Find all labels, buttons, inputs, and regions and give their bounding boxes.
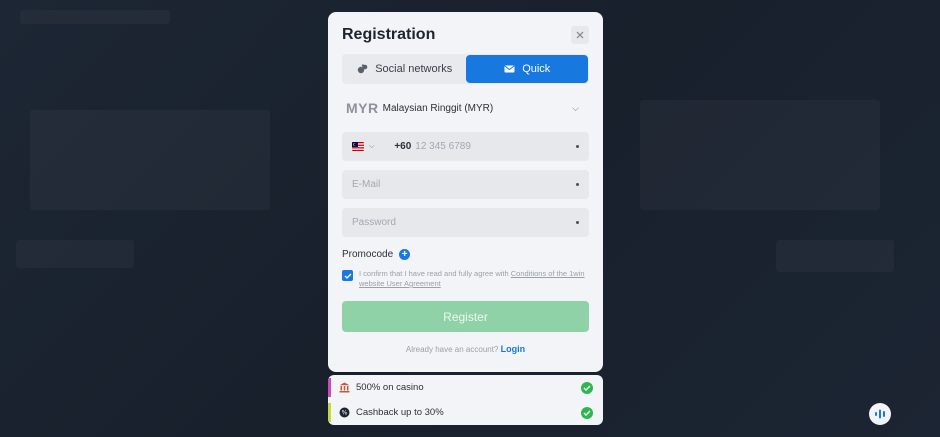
promocode-label: Promocode (342, 248, 394, 260)
social-icon (356, 64, 368, 74)
promocode-row: Promocode + (342, 247, 589, 261)
register-button[interactable]: Register (342, 301, 589, 332)
registration-modal: Registration Social networks Quick MYR M… (328, 12, 603, 372)
password-input[interactable] (352, 217, 576, 228)
email-input[interactable] (352, 179, 576, 190)
currency-code: MYR (346, 100, 379, 116)
bonus-accent-bar (328, 403, 331, 422)
bonus-label: Cashback up to 30% (356, 407, 444, 418)
agreement-text: I confirm that I have read and fully agr… (359, 269, 589, 289)
casino-icon (339, 382, 350, 393)
agreement-statement: I confirm that I have read and fully agr… (359, 269, 509, 278)
currency-name: Malaysian Ringgit (MYR) (382, 102, 494, 114)
bonus-row: % Cashback up to 30% (328, 400, 603, 425)
support-widget-button[interactable] (869, 403, 891, 425)
login-link[interactable]: Login (501, 344, 526, 354)
audio-wave-icon (875, 409, 885, 419)
add-promocode-button[interactable]: + (399, 248, 411, 260)
backdrop-block (16, 240, 134, 268)
password-field (342, 208, 589, 237)
backdrop-block (776, 240, 894, 272)
cashback-icon: % (339, 407, 350, 418)
backdrop-block (20, 10, 170, 24)
backdrop-block (640, 100, 880, 210)
tab-quick-label: Quick (522, 63, 551, 75)
close-icon (576, 31, 584, 39)
bonus-panel: 500% on casino % Cashback up to 30% (328, 375, 603, 425)
check-icon (344, 273, 351, 279)
currency-select[interactable]: MYR Malaysian Ringgit (MYR) ⌵ (342, 93, 589, 123)
malaysia-flag-icon (352, 142, 364, 151)
phone-country-code: +60 (394, 141, 412, 152)
bonus-label: 500% on casino (356, 382, 424, 393)
phone-input[interactable] (415, 141, 576, 152)
country-code-select[interactable]: ⌵ (352, 142, 374, 151)
tab-social-networks[interactable]: Social networks (343, 55, 466, 83)
check-circle-icon (581, 381, 593, 394)
required-indicator (576, 183, 579, 186)
agreement-row: I confirm that I have read and fully agr… (342, 269, 589, 289)
login-row: Already have an account? Login (342, 344, 589, 354)
modal-title: Registration (342, 26, 436, 43)
required-indicator (576, 221, 579, 224)
backdrop-block (30, 110, 270, 210)
svg-text:%: % (342, 410, 348, 417)
check-circle-icon (581, 406, 593, 419)
chevron-down-icon: ⌵ (572, 102, 579, 113)
tab-quick[interactable]: Quick (465, 55, 588, 83)
chevron-down-icon: ⌵ (369, 142, 375, 150)
tab-social-label: Social networks (375, 63, 453, 75)
required-indicator (576, 145, 579, 148)
email-field (342, 170, 589, 199)
phone-field: ⌵ +60 (342, 132, 589, 161)
mail-icon (503, 64, 515, 74)
close-button[interactable] (571, 26, 589, 44)
modal-header: Registration (342, 24, 589, 46)
bonus-row: 500% on casino (328, 375, 603, 400)
bonus-accent-bar (328, 378, 331, 397)
registration-tabs: Social networks Quick (342, 54, 589, 84)
login-prompt: Already have an account? (405, 345, 499, 354)
agreement-checkbox[interactable] (342, 270, 353, 281)
